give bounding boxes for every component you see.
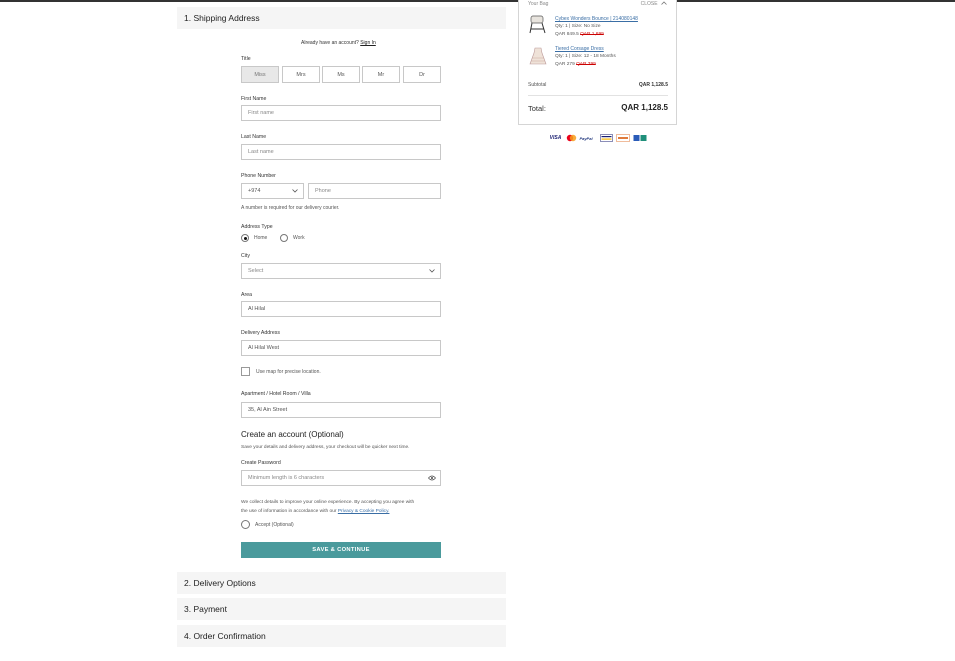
bag-item-details: Qty: 1 | Size: 12 - 18 Months <box>555 54 616 59</box>
bag-item-name[interactable]: Cybex Wonders Bounce | 214080148 <box>555 16 638 22</box>
chevron-up-icon <box>661 1 667 5</box>
use-map-checkbox[interactable] <box>241 367 250 376</box>
section-title: 3. Payment <box>184 604 227 614</box>
area-label: Area <box>241 292 252 298</box>
bag-divider <box>528 95 668 96</box>
top-border <box>0 0 955 2</box>
mastercard-icon <box>566 134 577 142</box>
bank-card-icon <box>633 135 647 141</box>
visa-checkout-icon <box>600 134 613 142</box>
subtotal-value: QAR 1,128.5 <box>638 82 668 88</box>
apartment-label: Apartment / Hotel Room / Villa <box>241 391 311 397</box>
address-type-label: Address Type <box>241 224 273 230</box>
first-name-label: First Name <box>241 96 267 102</box>
section-shipping-address[interactable]: 1. Shipping Address <box>177 7 506 29</box>
apartment-field[interactable]: 35, Al Ain Street <box>241 402 441 418</box>
bag-item-price: QAR 849.5 QAR 1,699 <box>555 32 604 37</box>
save-continue-button[interactable]: SAVE & CONTINUE <box>241 542 441 558</box>
delivery-address-field[interactable]: Al Hilal West <box>241 340 441 356</box>
accept-radio[interactable] <box>241 520 250 529</box>
stroller-thumbnail <box>529 15 546 34</box>
area-field[interactable]: Al Hilal <box>241 301 441 317</box>
amex-icon <box>616 134 630 142</box>
bag-item-details: Qty: 1 | Size: No Size <box>555 24 601 29</box>
title-option-mrs[interactable]: Mrs <box>282 66 320 83</box>
address-type-home-radio[interactable] <box>241 234 249 242</box>
title-option-ms[interactable]: Ms <box>322 66 360 83</box>
first-name-field[interactable]: First name <box>241 105 441 121</box>
password-field[interactable]: Minimum length is 6 characters <box>241 470 441 486</box>
dress-thumbnail <box>529 47 547 65</box>
section-title: 1. Shipping Address <box>184 13 260 23</box>
title-option-mr[interactable]: Mr <box>362 66 400 83</box>
phone-note: A number is required for our delivery co… <box>241 205 340 211</box>
create-account-description: Save your details and delivery address, … <box>241 445 410 450</box>
privacy-text: We collect details to improve your onlin… <box>241 500 415 514</box>
address-type-work-label: Work <box>293 235 305 241</box>
bag-item-name[interactable]: Tiered Corsage Dress <box>555 46 604 52</box>
subtotal-label: Subtotal <box>528 82 547 88</box>
last-name-field[interactable]: Last name <box>241 144 441 160</box>
use-map-label: Use map for precise location. <box>256 369 321 375</box>
bag-summary: Your Bag CLOSE Cybex Wonders Bounce | 21… <box>518 0 677 125</box>
paypal-icon: PayPal <box>579 135 593 141</box>
last-name-label: Last Name <box>241 134 267 140</box>
country-code-select[interactable]: +974 <box>241 183 304 199</box>
bag-title: Your Bag <box>528 1 549 7</box>
phone-label: Phone Number <box>241 173 276 179</box>
title-label: Title <box>241 56 251 62</box>
chevron-down-icon <box>429 269 435 273</box>
section-title: 4. Order Confirmation <box>184 631 266 641</box>
section-order-confirmation[interactable]: 4. Order Confirmation <box>177 625 506 647</box>
title-option-miss[interactable]: Miss <box>241 66 279 83</box>
delivery-address-label: Delivery Address <box>241 330 280 336</box>
section-delivery-options[interactable]: 2. Delivery Options <box>177 572 506 594</box>
create-account-heading: Create an account (Optional) <box>241 430 344 439</box>
password-placeholder: Minimum length is 6 characters <box>248 475 325 481</box>
total-value: QAR 1,128.5 <box>621 103 668 112</box>
city-select[interactable]: Select <box>241 263 441 279</box>
title-option-dr[interactable]: Dr <box>403 66 441 83</box>
address-type-home-label: Home <box>254 235 268 241</box>
accept-label: Accept (Optional) <box>255 522 294 528</box>
phone-field[interactable]: Phone <box>308 183 441 199</box>
total-label: Total: <box>528 104 546 113</box>
bag-close-button[interactable]: CLOSE <box>641 1 667 7</box>
city-label: City <box>241 253 250 259</box>
account-prompt: Already have an account? Sign In <box>301 40 376 46</box>
visa-icon: VISA <box>549 135 562 141</box>
country-code-value: +974 <box>248 188 261 194</box>
create-password-label: Create Password <box>241 460 281 466</box>
sign-in-link[interactable]: Sign In <box>360 40 376 46</box>
privacy-policy-link[interactable]: Privacy & Cookie Policy. <box>338 509 390 514</box>
city-value: Select <box>248 268 264 274</box>
section-payment[interactable]: 3. Payment <box>177 598 506 620</box>
chevron-down-icon <box>292 189 298 193</box>
address-type-work-radio[interactable] <box>280 234 288 242</box>
eye-icon[interactable] <box>428 475 436 481</box>
bag-item-price: QAR 279 QAR 399 <box>555 62 596 67</box>
section-title: 2. Delivery Options <box>184 578 256 588</box>
